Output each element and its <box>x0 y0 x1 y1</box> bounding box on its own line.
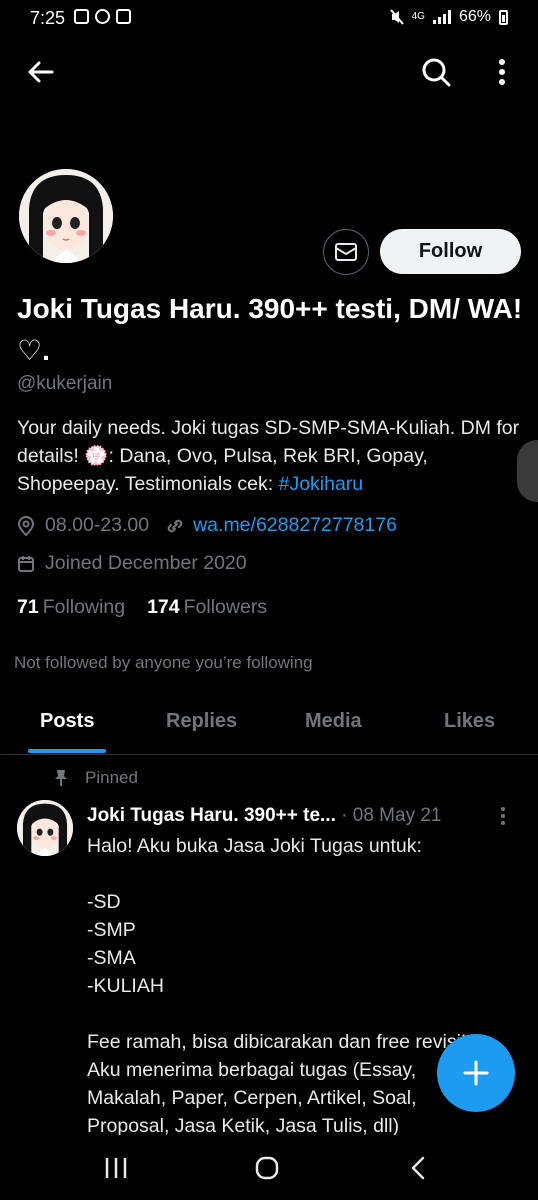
post-author-name[interactable]: Joki Tugas Haru. 390++ te... <box>87 805 336 826</box>
search-button[interactable] <box>414 50 458 94</box>
following-link[interactable]: 71 Following <box>17 596 125 619</box>
search-icon <box>422 58 451 87</box>
calendar-icon <box>18 555 34 572</box>
profile-display-name: Joki Tugas Haru. 390++ testi, DM/ WA!♡. <box>17 293 523 366</box>
battery-icon <box>499 9 508 25</box>
bio-text: Your daily needs. Joki tugas SD-SMP-SMA-… <box>17 417 520 495</box>
tab-posts[interactable]: Posts <box>40 710 94 733</box>
network-type: 4G <box>411 11 425 22</box>
pinned-label: Pinned <box>85 768 138 787</box>
profile-tabs: Posts Replies Media Likes <box>0 698 538 755</box>
link-icon <box>167 519 183 532</box>
message-button[interactable] <box>323 229 369 275</box>
post-header: Joki Tugas Haru. 390++ te... · 08 May 21 <box>87 805 441 827</box>
follow-counts: 71 Following 174 Followers <box>17 596 267 619</box>
instagram-icon <box>116 9 131 24</box>
battery-percent: 66% <box>458 8 491 25</box>
recent-apps-icon <box>105 1158 127 1178</box>
more-button[interactable] <box>480 50 524 94</box>
follow-button[interactable]: Follow <box>380 229 521 274</box>
following-label: Following <box>42 596 126 618</box>
system-back-button[interactable] <box>410 1156 426 1185</box>
profile-location: 08.00-23.00 <box>45 514 150 536</box>
profile-website-link[interactable]: wa.me/6288272778176 <box>193 514 397 537</box>
status-bar: 7:25 4G 66% <box>0 0 538 38</box>
back-button[interactable] <box>18 50 62 94</box>
pin-icon <box>55 770 67 786</box>
recent-apps-button[interactable] <box>104 1157 128 1184</box>
profile-location-row: 08.00-23.00 wa.me/6288272778176 <box>17 514 397 537</box>
status-time: 7:25 <box>30 8 66 28</box>
edge-panel-handle[interactable] <box>517 440 538 502</box>
profile-bio: Your daily needs. Joki tugas SD-SMP-SMA-… <box>17 414 527 498</box>
avatar-illustration <box>19 169 113 263</box>
profile-joined-row: Joined December 2020 <box>17 552 247 575</box>
location-icon <box>17 515 35 536</box>
chevron-left-icon <box>411 1156 425 1180</box>
home-icon <box>255 1156 279 1180</box>
line-app-icon <box>95 9 110 24</box>
post-more-button[interactable] <box>500 806 506 831</box>
system-nav-bar <box>0 1135 538 1200</box>
followers-label: Followers <box>183 596 268 618</box>
plus-icon <box>463 1060 489 1086</box>
profile-handle: @kukerjain <box>17 373 113 394</box>
followers-link[interactable]: 174 Followers <box>147 596 267 619</box>
post-date[interactable]: · 08 May 21 <box>341 805 441 826</box>
arrow-left-icon <box>28 61 54 83</box>
avatar-illustration <box>17 800 73 856</box>
home-button[interactable] <box>255 1156 279 1185</box>
compose-button[interactable] <box>437 1034 515 1112</box>
tab-likes[interactable]: Likes <box>444 710 495 733</box>
notification-icons <box>74 9 131 24</box>
signal-icon <box>432 10 451 24</box>
gallery-icon <box>74 9 89 24</box>
bio-hashtag-link[interactable]: #Jokiharu <box>279 473 364 495</box>
not-followed-text: Not followed by anyone you’re following <box>14 653 313 672</box>
more-vertical-icon <box>501 807 505 825</box>
followers-count: 174 <box>147 596 180 618</box>
profile-avatar[interactable] <box>16 166 116 266</box>
status-right: 4G 66% <box>389 8 508 26</box>
active-tab-indicator <box>28 749 106 753</box>
more-vertical-icon <box>499 59 505 85</box>
post-author-avatar[interactable] <box>17 800 73 856</box>
mute-icon <box>389 9 404 25</box>
mail-icon <box>335 243 357 261</box>
tab-replies[interactable]: Replies <box>166 710 237 733</box>
pinned-indicator: Pinned <box>53 768 138 788</box>
profile-joined: Joined December 2020 <box>45 552 247 574</box>
following-count: 71 <box>17 596 39 618</box>
tab-media[interactable]: Media <box>305 710 362 733</box>
